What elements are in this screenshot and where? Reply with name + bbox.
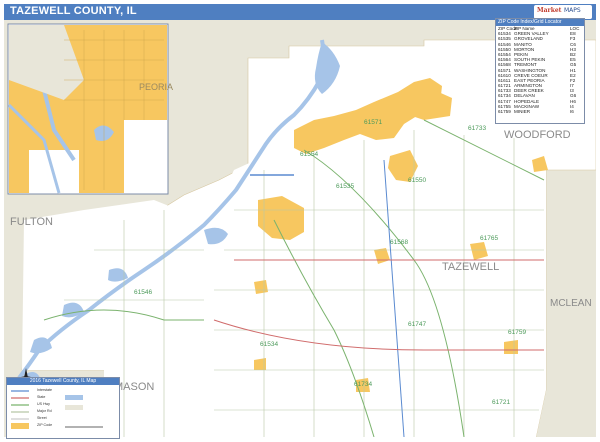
logo-subtext: MAPS: [564, 7, 581, 14]
label-peoria-inset: PEORIA: [139, 82, 173, 92]
zip-label: 61734: [354, 381, 372, 388]
logo-text: Market: [537, 7, 562, 14]
zip-table-title: ZIP Code Index/Grid Locator: [496, 19, 584, 26]
legend-entry: ZIP Code: [37, 423, 53, 427]
zip-table-row: 61759 MINIER I6: [496, 109, 584, 114]
zip-label: 61534: [260, 341, 278, 348]
zip-label: 61568: [390, 239, 408, 246]
zip-label: 61721: [492, 399, 510, 406]
zip-label: 61554: [300, 151, 318, 158]
zip-label: 61535: [336, 183, 354, 190]
zip-loc-cell: I6: [570, 109, 574, 114]
zip-label: 61571: [364, 119, 382, 126]
label-fulton: FULTON: [10, 216, 53, 228]
legend-entry: US Hwy: [37, 402, 50, 406]
zip-label: 61765: [480, 235, 498, 242]
zip-label: 61550: [408, 177, 426, 184]
legend-title: 2016 Tazewell County, IL Map: [7, 378, 119, 385]
legend-entry: State: [37, 395, 46, 399]
zip-name-cell: MINIER: [514, 109, 531, 114]
inset-map: [7, 23, 169, 195]
label-mason: MASON: [114, 381, 154, 393]
zip-code-cell: 61759: [498, 109, 511, 114]
label-mclean: MCLEAN: [550, 298, 592, 309]
zip-label: 61759: [508, 329, 526, 336]
zip-label: 61747: [408, 321, 426, 328]
urban-town-5: [504, 340, 518, 354]
urban-town-3: [254, 280, 268, 294]
label-tazewell: TAZEWELL: [442, 261, 499, 273]
label-woodford: WOODFORD: [504, 129, 571, 141]
map-page: TAZEWELL COUNTY, IL Market MAPS TAZEWELL…: [0, 0, 600, 441]
map-legend: 2016 Tazewell County, IL Map Interstate S…: [6, 377, 120, 439]
legend-entry: Major Rd: [37, 409, 52, 413]
brand-logo: Market MAPS: [534, 5, 592, 19]
zip-table-rows: 61534 GREEN VALLEY E8 61535 GROVELAND F3 61546…: [496, 31, 584, 114]
legend-body: [11, 390, 103, 429]
zip-label: 61733: [468, 125, 486, 132]
zip-index-table: ZIP Code Index/Grid Locator ZIP Code ZIP…: [495, 18, 585, 124]
map-title: TAZEWELL COUNTY, IL: [10, 5, 137, 17]
legend-entry: Street: [37, 416, 47, 420]
legend-entry: Interstate: [37, 388, 52, 392]
zip-label: 61546: [134, 289, 152, 296]
